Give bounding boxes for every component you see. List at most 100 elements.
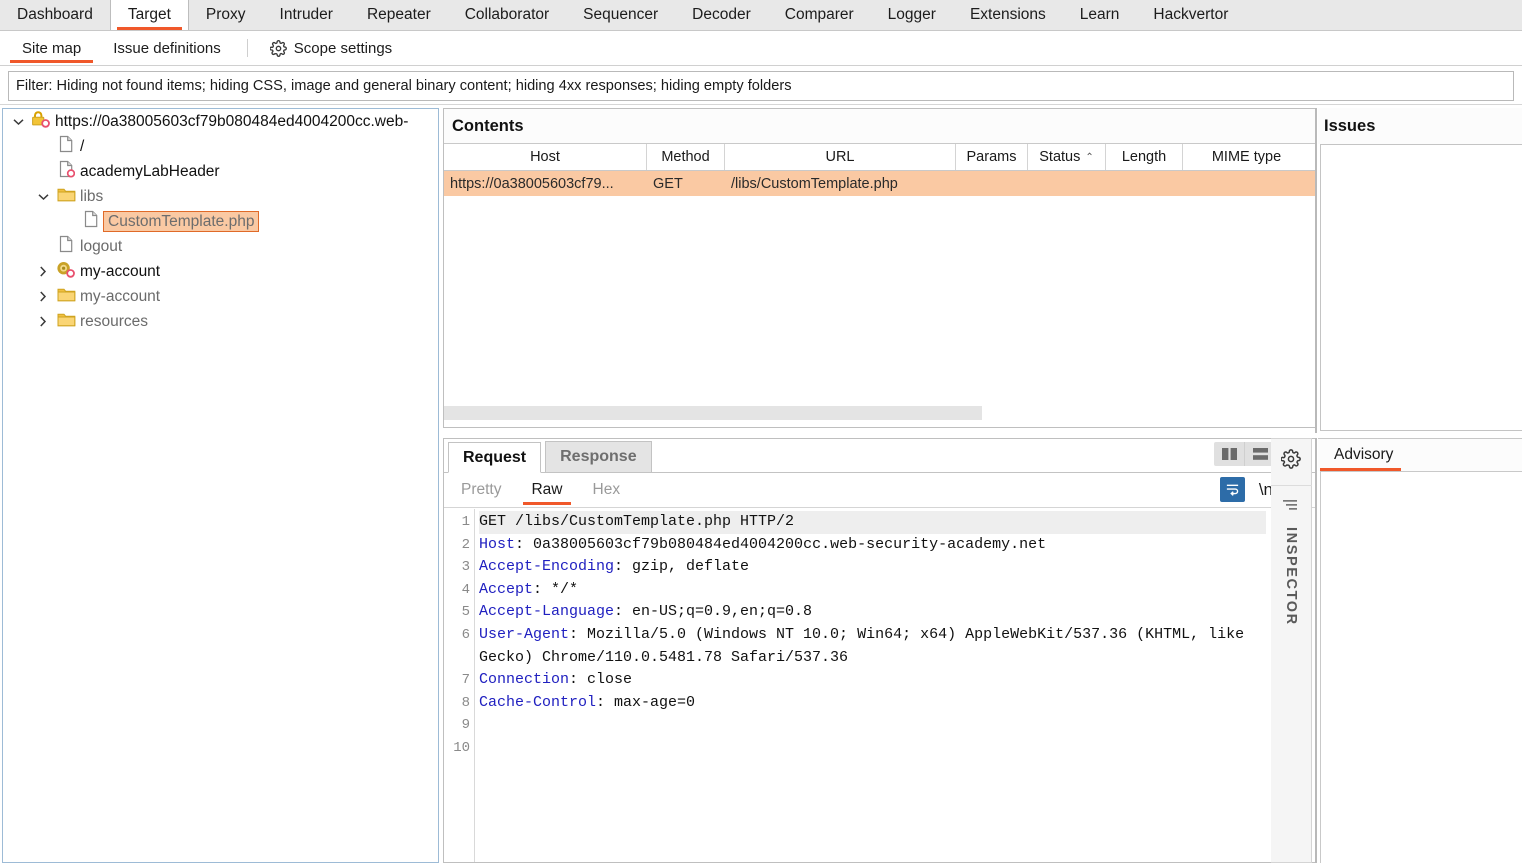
table-cell-status [1028, 171, 1106, 196]
line-number: 8 [461, 694, 470, 711]
view-tab-pretty[interactable]: Pretty [448, 474, 514, 507]
request-code-area[interactable]: GET /libs/CustomTemplate.php HTTP/2 Host:… [475, 509, 1266, 862]
contents-scroll-thumb[interactable] [444, 406, 982, 420]
advisory-panel: Advisory [1318, 438, 1522, 863]
contents-column-header-mime-type[interactable]: MIME type [1183, 144, 1310, 170]
main-tab-label: Sequencer [583, 6, 659, 23]
main-tab-dashboard[interactable]: Dashboard [0, 0, 110, 30]
tab-label: Response [560, 448, 637, 465]
issues-list[interactable] [1320, 144, 1522, 431]
main-tab-target[interactable]: Target [109, 0, 189, 30]
message-editor-panel: Request Response Pretty Raw Hex \n 1 2 3… [443, 438, 1316, 863]
site-map-tree-node[interactable]: my-account [3, 284, 438, 309]
main-tab-proxy[interactable]: Proxy [189, 0, 263, 30]
view-tab-raw[interactable]: Raw [518, 474, 575, 507]
main-tab-label: Decoder [692, 6, 751, 23]
page-warning-icon [58, 160, 75, 183]
main-tab-learn[interactable]: Learn [1063, 0, 1137, 30]
scope-settings-label: Scope settings [293, 39, 393, 57]
column-header-label: Host [530, 149, 560, 165]
header-name: Host [479, 535, 516, 553]
main-tab-logger[interactable]: Logger [871, 0, 953, 30]
chevron-down-icon[interactable] [32, 193, 54, 201]
sub-tab-issue-definitions[interactable]: Issue definitions [97, 31, 237, 65]
contents-column-header-status[interactable]: Status ⌃ [1028, 144, 1106, 170]
inspector-divider [1270, 485, 1312, 486]
request-line [479, 714, 1266, 737]
header-name: Cache-Control [479, 693, 597, 711]
main-tab-decoder[interactable]: Decoder [675, 0, 768, 30]
scope-settings-button[interactable]: Scope settings [258, 31, 404, 65]
line-number: 9 [461, 717, 470, 734]
column-header-label: Status [1039, 149, 1081, 165]
contents-column-header-method[interactable]: Method [647, 144, 725, 170]
main-tab-hackvertor[interactable]: Hackvertor [1136, 0, 1245, 30]
site-map-tree-node[interactable]: https://0a38005603cf79b080484ed4004200cc… [3, 109, 438, 134]
table-cell-length [1106, 171, 1183, 196]
site-map-tree[interactable]: https://0a38005603cf79b080484ed4004200cc… [2, 108, 439, 863]
chevron-right-icon[interactable] [32, 291, 54, 302]
side-by-side-layout-button[interactable] [1214, 442, 1245, 466]
tree-node-icon-wrap [54, 311, 78, 333]
table-cell-method: GET [653, 175, 683, 192]
main-tab-comparer[interactable]: Comparer [768, 0, 871, 30]
tab-advisory[interactable]: Advisory [1319, 440, 1403, 471]
word-wrap-icon[interactable] [1219, 477, 1245, 502]
contents-column-header-host[interactable]: Host [444, 144, 647, 170]
site-map-tree-node[interactable]: resources [3, 309, 438, 334]
sub-tab-divider [246, 39, 248, 57]
main-tab-repeater[interactable]: Repeater [350, 0, 448, 30]
advisory-content[interactable] [1320, 471, 1522, 863]
chevron-right-icon[interactable] [32, 266, 54, 277]
main-tab-intruder[interactable]: Intruder [263, 0, 350, 30]
filter-text-button[interactable]: Filter: Hiding not found items; hiding C… [8, 70, 1514, 101]
folder-icon [57, 286, 76, 308]
chevron-down-icon[interactable] [7, 118, 29, 126]
table-row[interactable]: https://0a38005603cf79... GET/libs/Custom… [444, 171, 1315, 196]
request-line: Accept: */* [479, 579, 1266, 602]
line-number: 1 [461, 514, 470, 530]
line-number-gutter: 1 2 3 4 5 6 7 8 9 10 [444, 509, 475, 862]
tab-request[interactable]: Request [448, 442, 542, 473]
request-response-tab-bar: Request Response [444, 439, 1315, 473]
contents-column-header-params[interactable]: Params [956, 144, 1028, 170]
line-number: 10 [453, 739, 470, 756]
table-cell-url: /libs/CustomTemplate.php [731, 175, 898, 192]
sub-tab-label: Site map [22, 39, 82, 57]
raw-request-editor[interactable]: 1 2 3 4 5 6 7 8 9 10 GET /libs/CustomTemplate.php… [444, 509, 1315, 862]
request-line: Host: 0a38005603cf79b080484ed4004200cc.w… [479, 534, 1266, 557]
site-map-tree-node[interactable]: academyLabHeader [3, 159, 438, 184]
site-map-tree-node[interactable]: CustomTemplate.php [3, 209, 438, 234]
site-map-tree-node[interactable]: libs [3, 184, 438, 209]
contents-column-header-url[interactable]: URL [725, 144, 956, 170]
request-line: GET /libs/CustomTemplate.php HTTP/2 [479, 511, 1266, 534]
header-value: : close [569, 671, 633, 689]
tree-node-label: logout [80, 237, 123, 255]
tree-node-icon-wrap [54, 286, 78, 308]
sub-tab-site-map[interactable]: Site map [6, 31, 97, 65]
site-map-tree-node[interactable]: / [3, 134, 438, 159]
header-value: : en-US;q=0.9,en;q=0.8 [614, 603, 813, 621]
target-sub-tab-bar: Site map Issue definitions Scope settings [0, 31, 1522, 66]
inspector-settings-gear-icon[interactable] [1280, 449, 1301, 474]
tree-node-label: my-account [80, 287, 161, 305]
table-cell-host: https://0a38005603cf79... [450, 175, 614, 192]
tree-node-icon-wrap [54, 260, 78, 284]
view-tab-hex[interactable]: Hex [580, 474, 634, 507]
site-map-tree-node[interactable]: my-account [3, 259, 438, 284]
sort-ascending-icon: ⌃ [1085, 151, 1094, 163]
main-tab-extensions[interactable]: Extensions [953, 0, 1063, 30]
contents-horizontal-scrollbar[interactable] [444, 406, 1315, 420]
contents-column-header-length[interactable]: Length [1106, 144, 1183, 170]
inspector-align-icon[interactable] [1282, 498, 1300, 517]
tree-node-label: resources [80, 312, 149, 330]
site-map-tree-node[interactable]: logout [3, 234, 438, 259]
chevron-right-icon[interactable] [32, 316, 54, 327]
inspector-sidebar[interactable]: INSPECTOR [1270, 438, 1312, 863]
main-tab-label: Dashboard [17, 6, 93, 23]
contents-table-body: https://0a38005603cf79... GET/libs/Custom… [444, 171, 1315, 196]
main-tab-collaborator[interactable]: Collaborator [448, 0, 566, 30]
tab-response[interactable]: Response [545, 441, 652, 472]
sub-tab-label: Issue definitions [113, 39, 221, 57]
main-tab-sequencer[interactable]: Sequencer [566, 0, 675, 30]
